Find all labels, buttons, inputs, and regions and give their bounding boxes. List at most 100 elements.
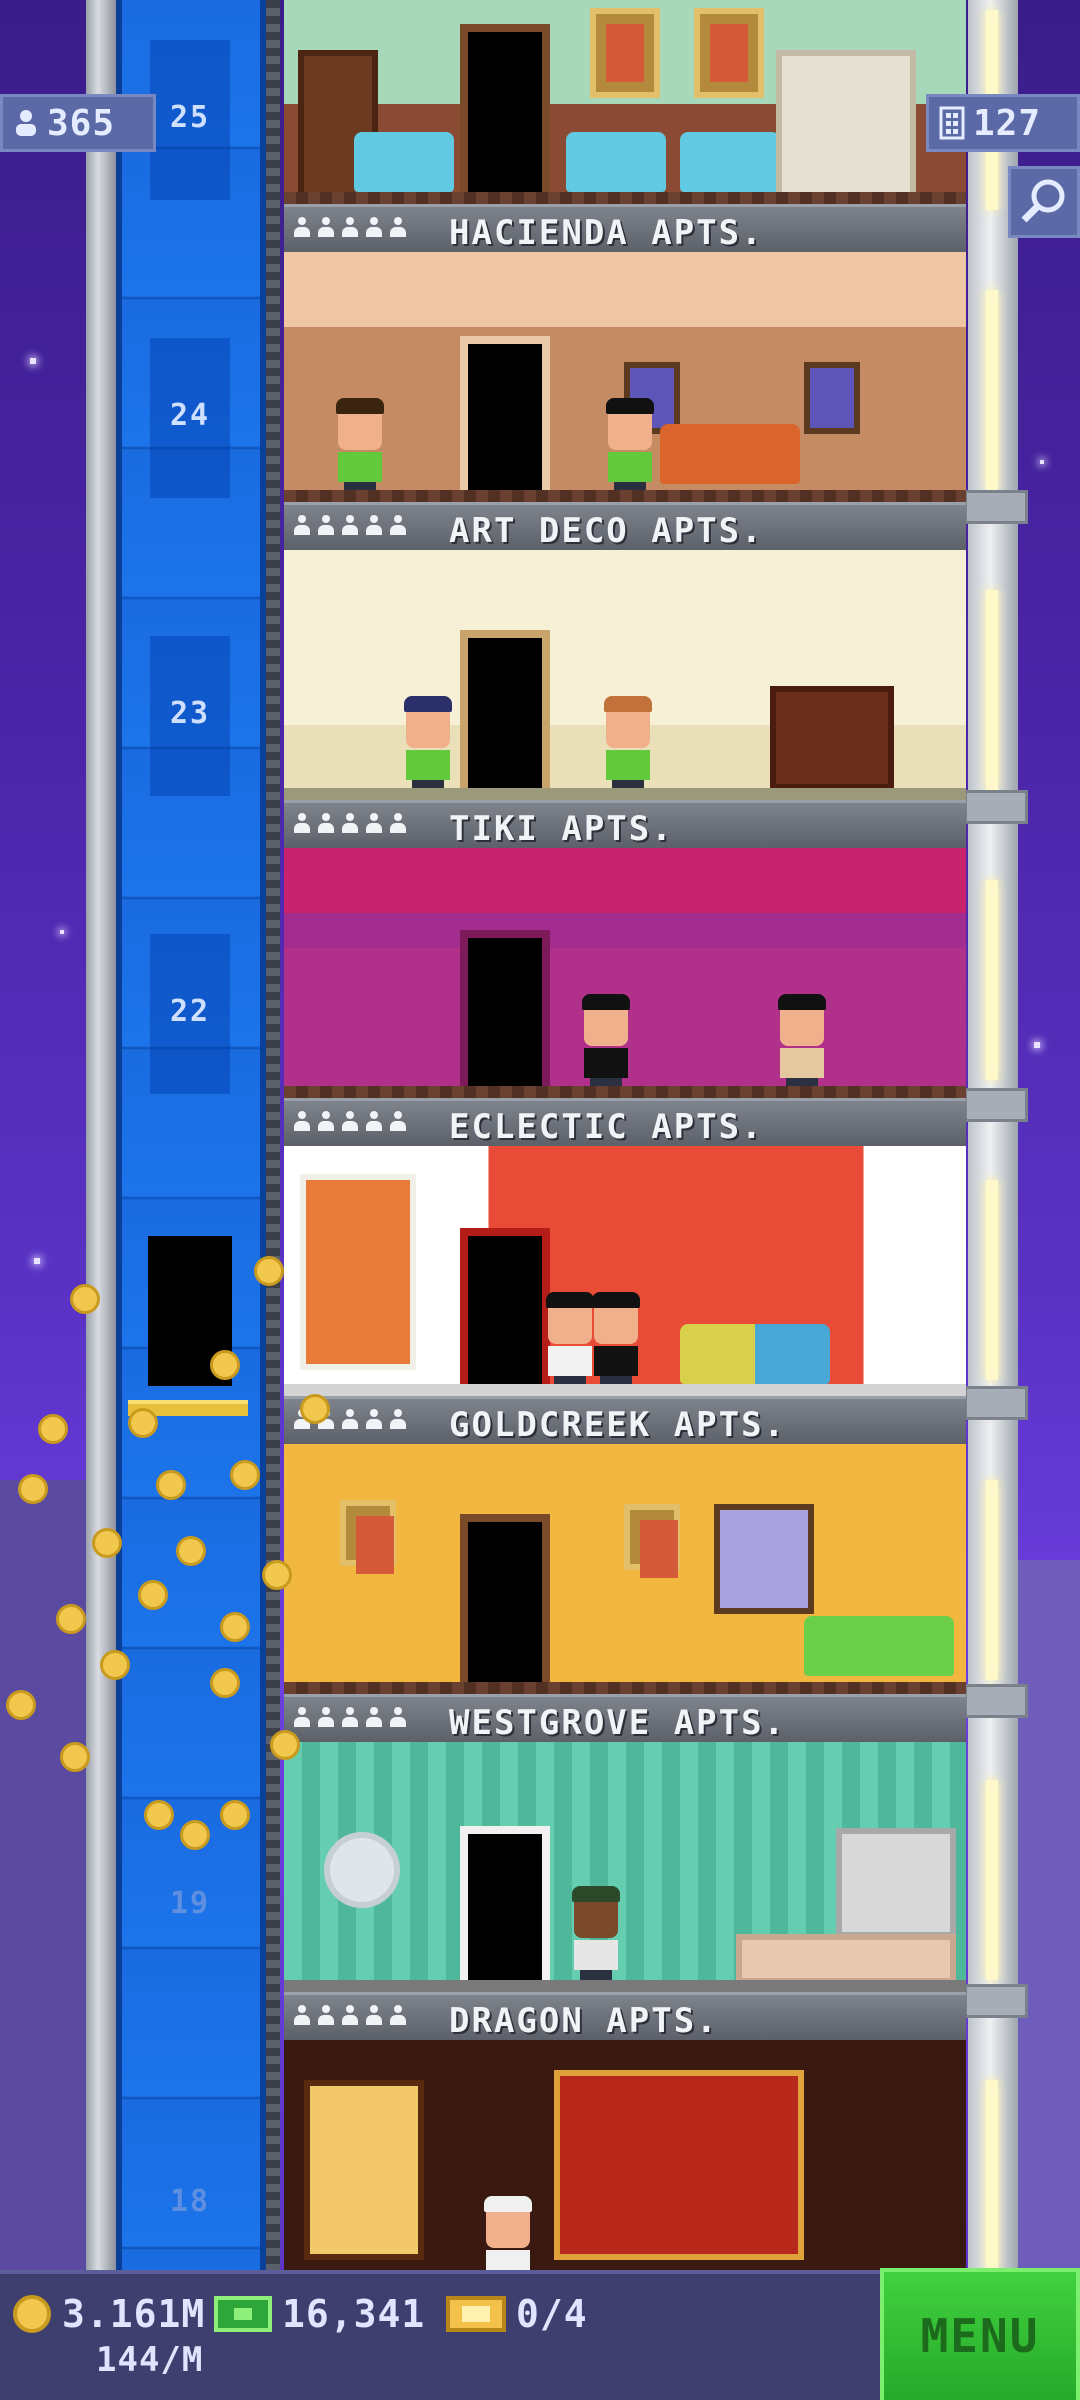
bitizen[interactable] [332, 398, 386, 498]
hanging-lantern [514, 252, 548, 312]
rail-light [986, 290, 998, 490]
coin-particle [156, 1470, 186, 1500]
sky-star [60, 930, 64, 934]
floor-name: DRAGON APTS. [449, 2001, 719, 2040]
coin-particle [92, 1528, 122, 1558]
coin-particle [210, 1668, 240, 1698]
floor-name: ART DECO APTS. [449, 511, 764, 550]
floor-label[interactable]: HACIENDA APTS. [284, 204, 966, 252]
sky-star [1040, 460, 1044, 464]
wall-picture [340, 1500, 396, 1574]
hanging-lamp [334, 848, 368, 908]
search-button[interactable] [1008, 166, 1080, 238]
floor-number: 25 [169, 100, 211, 135]
city-building [1018, 1560, 1080, 2270]
apartment-door [460, 630, 550, 798]
coins-value: 3.161M [62, 2292, 206, 2336]
apartment-door [460, 24, 550, 192]
rating-pips [294, 1111, 406, 1133]
coins-display[interactable]: 3.161M [12, 2292, 205, 2336]
coin-particle [128, 1408, 158, 1438]
person-icon [390, 515, 406, 537]
elevator-cable [266, 0, 280, 2270]
bitizen[interactable] [480, 2196, 534, 2270]
sofa [680, 1324, 830, 1384]
person-icon [318, 515, 334, 537]
floors-icon [939, 106, 965, 140]
hanging-lamp [494, 848, 528, 908]
bitizen[interactable] [578, 994, 632, 1094]
coin-particle [220, 1612, 250, 1642]
population-counter[interactable]: 365 [0, 94, 156, 152]
rail-cap [964, 1984, 1028, 2018]
rating-pips [294, 217, 406, 239]
floor-westgrove[interactable]: WESTGROVE APTS. [284, 1444, 966, 1742]
menu-label: MENU [920, 2309, 1040, 2363]
sofa [660, 424, 800, 484]
menu-button[interactable]: MENU [880, 2268, 1080, 2400]
person-icon [342, 217, 358, 239]
wall-sconce [662, 620, 696, 680]
floor-label[interactable]: ECLECTIC APTS. [284, 1098, 966, 1146]
hanging-lantern [334, 252, 368, 312]
bitizen[interactable] [602, 398, 656, 498]
fireplace [776, 50, 916, 200]
bitizen[interactable] [774, 994, 828, 1094]
floor-label[interactable]: WESTGROVE APTS. [284, 1694, 966, 1742]
sky-star [30, 358, 36, 364]
floor-counter[interactable]: 127 [926, 94, 1080, 152]
tickets-value: 0/4 [516, 2292, 588, 2336]
rail-cap [964, 490, 1028, 524]
floor-label[interactable]: DRAGON APTS. [284, 1992, 966, 2040]
bitizen[interactable] [600, 696, 654, 796]
person-icon [294, 1707, 310, 1729]
bitizen[interactable] [400, 696, 454, 796]
floor-tiki[interactable]: TIKI APTS. [284, 550, 966, 848]
person-icon [342, 515, 358, 537]
bux-display[interactable]: 16,341 [214, 2292, 425, 2336]
floor-label[interactable]: TIKI APTS. [284, 800, 966, 848]
coin-rate: 144/M [96, 2340, 203, 2380]
round-mirror [324, 1832, 400, 1908]
rail-cap [964, 790, 1028, 824]
floor-art-deco[interactable]: ART DECO APTS. [284, 252, 966, 550]
person-icon [294, 217, 310, 239]
tickets-display[interactable]: 0/4 [446, 2292, 588, 2336]
person-icon [318, 217, 334, 239]
person-icon [342, 813, 358, 835]
person-icon [390, 217, 406, 239]
floor-goldcreek[interactable]: GOLDCREEK APTS. [284, 1146, 966, 1444]
floor-dragon-interior[interactable] [284, 2040, 966, 2270]
rail-cap [964, 1684, 1028, 1718]
floor-hacienda[interactable]: HACIENDA APTS. [284, 0, 966, 252]
coin-particle [180, 1820, 210, 1850]
person-icon [366, 1707, 382, 1729]
bitizen[interactable] [588, 1292, 642, 1392]
floor-dragon[interactable]: DRAGON APTS. [284, 1742, 966, 2040]
apartment-door [460, 336, 550, 504]
rating-pips [294, 1707, 406, 1729]
apartment-door [460, 1228, 550, 1396]
person-icon [294, 515, 310, 537]
person-icon [342, 1111, 358, 1133]
floor-label[interactable]: GOLDCREEK APTS. [284, 1396, 966, 1444]
sofa [804, 1616, 954, 1676]
fireplace [770, 686, 894, 790]
wall-sconce [340, 620, 374, 680]
shoji-screen [304, 2080, 424, 2260]
coin-particle [210, 1350, 240, 1380]
floor-label[interactable]: ART DECO APTS. [284, 502, 966, 550]
sky-star [1034, 1042, 1040, 1048]
coin-particle [144, 1800, 174, 1830]
floor-eclectic[interactable]: ECLECTIC APTS. [284, 848, 966, 1146]
bitizen[interactable] [568, 1886, 622, 1986]
ticket-icon [446, 2296, 506, 2332]
person-icon [366, 515, 382, 537]
floor-name: GOLDCREEK APTS. [449, 1405, 787, 1444]
population-icon [16, 110, 36, 136]
hanging-lantern [740, 252, 774, 312]
floor-number: 23 [169, 696, 211, 731]
hanging-lamp [704, 848, 738, 908]
coin-particle [70, 1284, 100, 1314]
person-icon [390, 2005, 406, 2027]
